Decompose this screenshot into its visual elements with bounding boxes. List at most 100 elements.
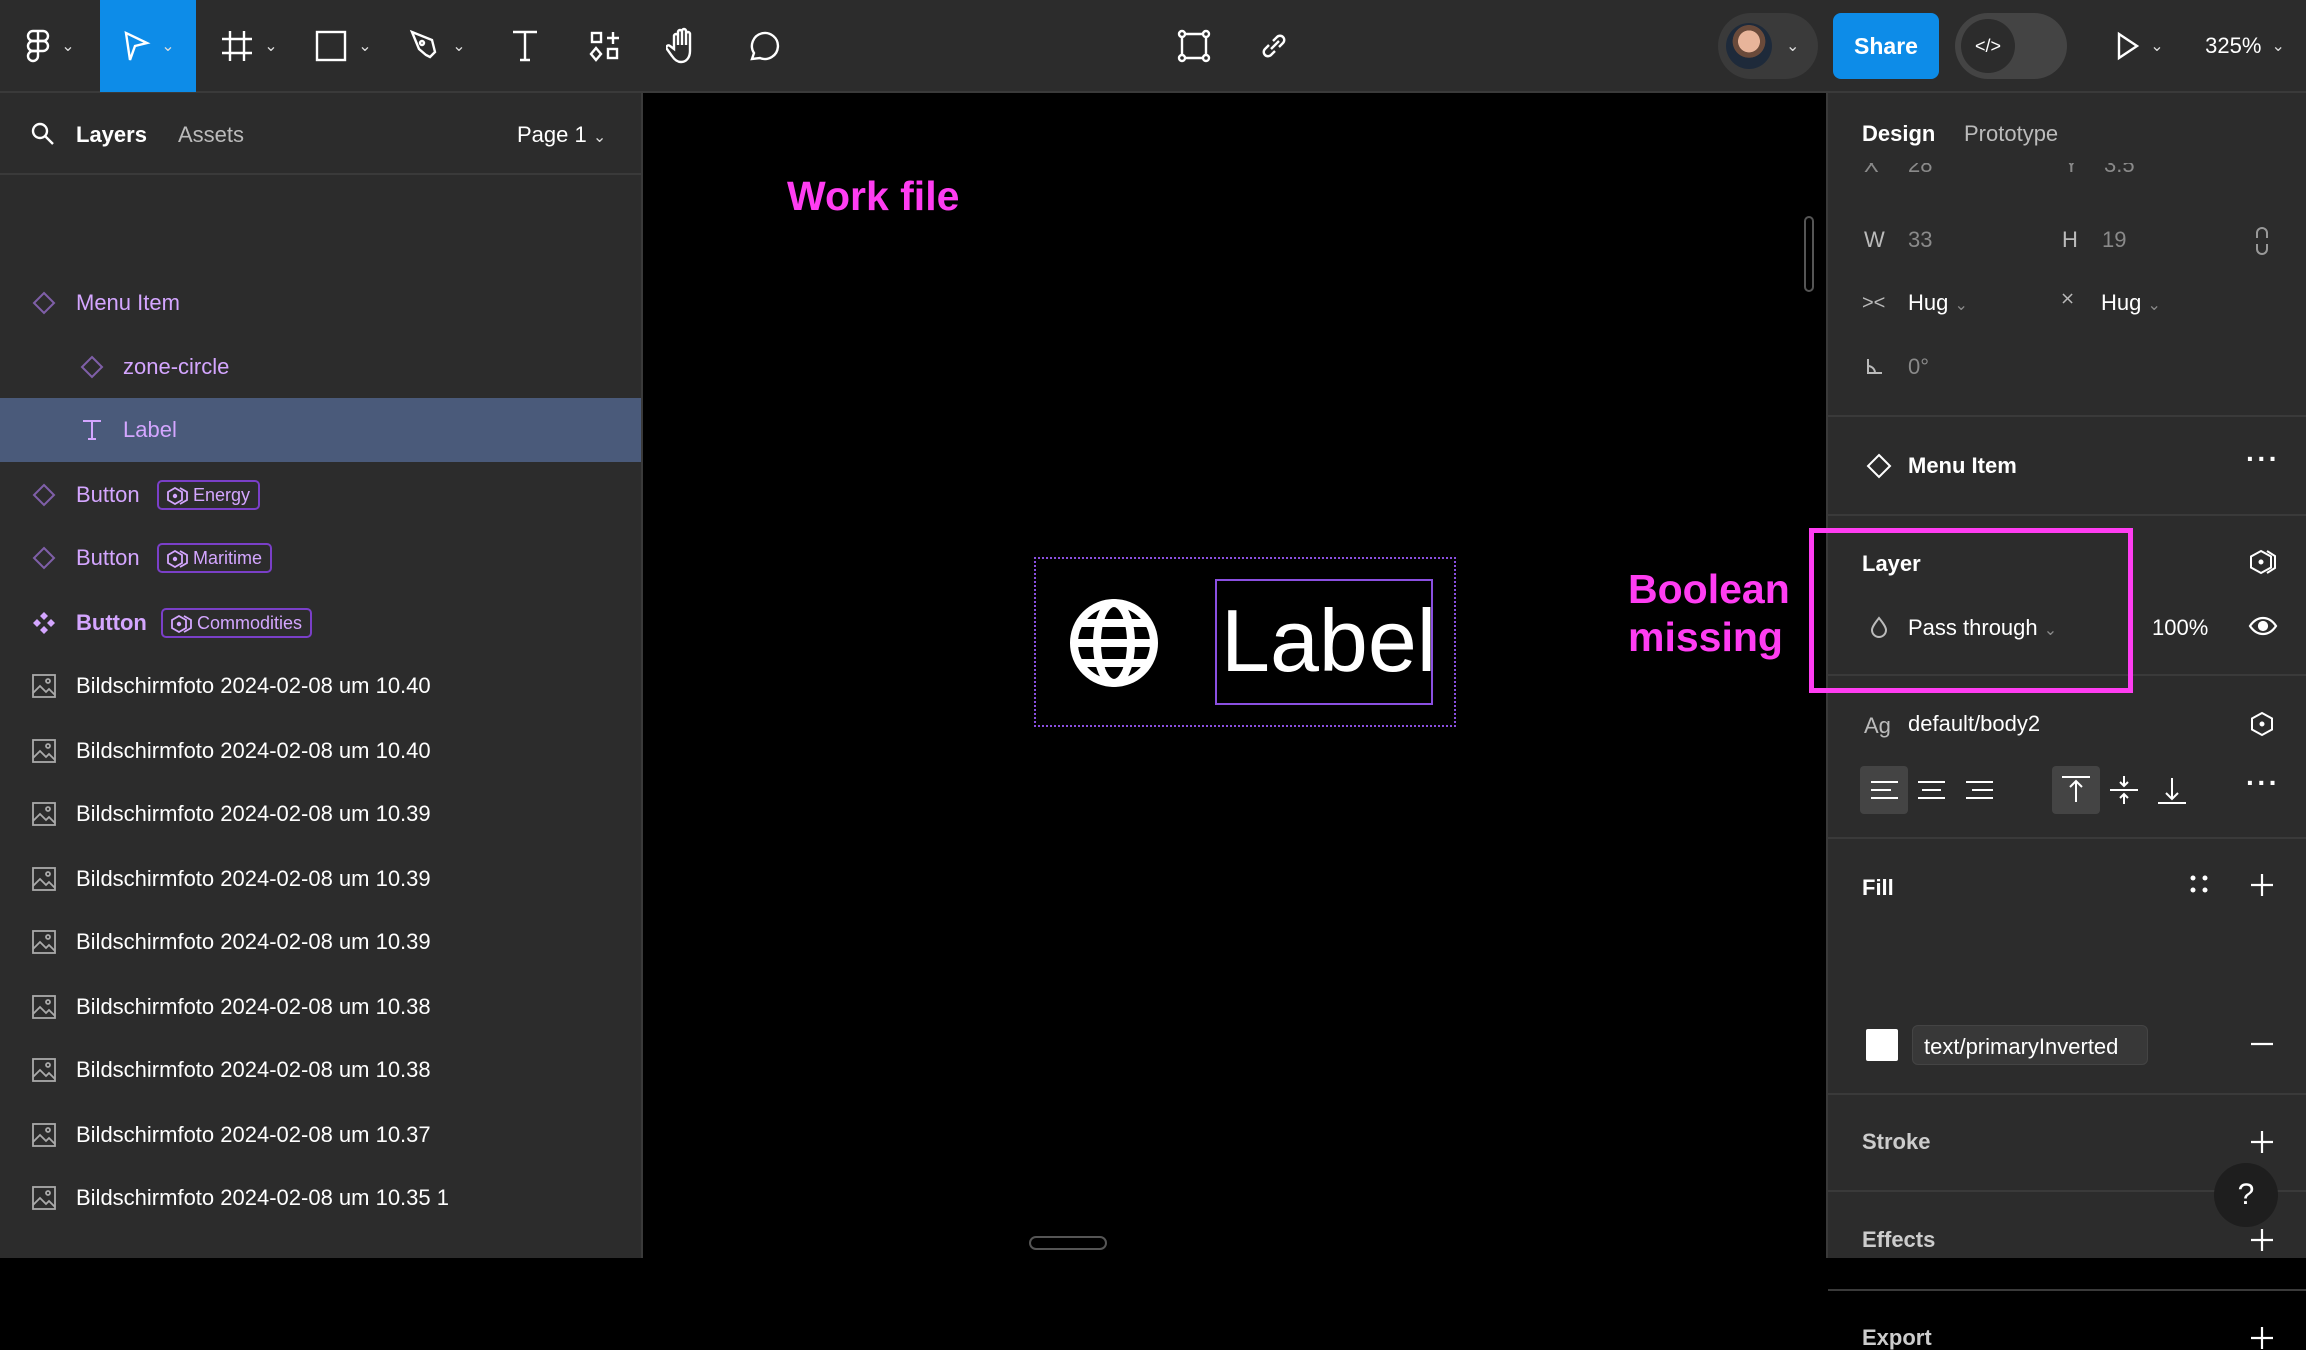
add-export-icon[interactable] [2250,1326,2274,1350]
constrain-proportions-icon[interactable] [2254,226,2270,256]
tab-layers[interactable]: Layers [76,122,147,148]
chevron-down-icon: ⌄ [61,38,75,55]
w-input[interactable]: 33 [1908,229,1932,251]
layer-row[interactable]: Button Maritime [0,526,641,590]
search-icon[interactable] [30,121,56,147]
tab-prototype[interactable]: Prototype [1964,123,2058,145]
page-selector[interactable]: Page 1 ⌄ [517,122,606,148]
y-input[interactable]: 3.5 [2104,163,2135,176]
layer-row[interactable]: Bildschirmfoto 2024-02-08 um 10.40 [0,719,641,783]
main-menu-button[interactable]: ⌄ [0,0,100,92]
help-button[interactable]: ? [2214,1163,2278,1227]
more-options-icon[interactable]: ··· [2246,445,2280,473]
tab-design[interactable]: Design [1862,123,1935,145]
layer-row[interactable]: Bildschirmfoto 2024-02-08 um 10.38 [0,975,641,1039]
annotation-work-file: Work file [787,173,960,219]
layer-row[interactable]: Bildschirmfoto 2024-02-08 um 10.37 [0,1103,641,1167]
badge-label: Energy [193,484,251,505]
share-button[interactable]: Share [1833,13,1939,79]
y-label: Y [2064,163,2079,177]
styles-grid-icon[interactable] [2188,873,2210,895]
x-label: X [1864,163,1879,177]
frame-tool-button[interactable]: ⌄ [210,0,288,92]
chevron-down-icon: ⌄ [2147,297,2161,314]
resources-button[interactable] [580,0,630,92]
align-right-button[interactable] [1956,766,2004,814]
layer-row[interactable]: Bildschirmfoto 2024-02-08 um 10.35 1 [0,1166,641,1230]
move-tool-button[interactable]: ⌄ [100,0,196,92]
x-input[interactable]: 28 [1908,163,1932,176]
chevron-down-icon: ⌄ [452,38,466,55]
text-options-icon[interactable]: ··· [2246,769,2280,797]
style-icon[interactable] [2250,711,2274,737]
add-fill-icon[interactable] [2250,873,2274,897]
layer-name: Bildschirmfoto 2024-02-08 um 10.37 [76,1122,431,1147]
variable-mode-badge[interactable]: Maritime [157,543,273,573]
divider [1828,1289,2306,1291]
variable-mode-badge[interactable]: Commodities [161,608,313,638]
dev-mode-toggle[interactable]: </> [1955,13,2067,79]
component-name[interactable]: Menu Item [1908,455,2017,477]
layer-name: Bildschirmfoto 2024-02-08 um 10.40 [76,738,431,763]
remove-fill-icon[interactable] [2250,1042,2274,1046]
layer-row[interactable]: Menu Item [0,271,641,335]
menu-item-frame[interactable]: Label [1034,557,1456,727]
align-middle-button[interactable] [2100,766,2148,814]
chevron-down-icon: ⌄ [592,129,607,146]
align-center-button[interactable] [1908,766,1956,814]
add-stroke-icon[interactable] [2250,1130,2274,1154]
link-button[interactable] [1248,0,1300,92]
layer-row[interactable]: Button Energy [0,463,641,527]
canvas[interactable]: Work file Boolean missing Label [645,93,1826,1258]
hand-icon [666,27,692,64]
pen-tool-button[interactable]: ⌄ [398,0,476,92]
rectangle-tool-button[interactable]: ⌄ [304,0,382,92]
layers-panel: Layers Assets Page 1 ⌄ Menu Item zone-cir… [0,93,643,1258]
tab-assets[interactable]: Assets [178,122,244,148]
component-tool-button[interactable] [1168,0,1220,92]
eye-icon[interactable] [2248,615,2278,637]
opacity-input[interactable]: 100% [2152,617,2208,639]
layer-row[interactable]: Bildschirmfoto 2024-02-08 um 10.39 [0,782,641,846]
hand-tool-button[interactable] [658,0,708,92]
user-menu[interactable]: ⌄ [1718,13,1818,79]
align-left-button[interactable] [1860,766,1908,814]
layer-row[interactable]: Button Commodities [0,591,641,655]
label-text-layer[interactable]: Label [1215,579,1436,705]
variable-mode-badge[interactable]: Energy [157,480,261,510]
align-right-icon [1966,781,1993,799]
image-icon [30,672,58,700]
layer-row[interactable]: Bildschirmfoto 2024-02-08 um 10.40 [0,654,641,718]
comment-icon [750,31,780,61]
text-tool-button[interactable] [500,0,550,92]
image-icon [30,993,58,1021]
text-style-name[interactable]: default/body2 [1908,713,2040,735]
layer-row[interactable]: Label [0,398,641,462]
h-input[interactable]: 19 [2102,229,2126,251]
fill-color-swatch[interactable] [1866,1029,1898,1061]
rotation-input[interactable]: 0° [1908,356,1929,378]
add-effect-icon[interactable] [2250,1228,2274,1252]
layer-row[interactable]: Bildschirmfoto 2024-02-08 um 10.39 [0,847,641,911]
variable-mode-icon [167,550,188,568]
layer-row[interactable]: Bildschirmfoto 2024-02-08 um 10.38 [0,1038,641,1102]
layer-variable-icon[interactable] [2248,549,2278,575]
instance-icon [30,481,58,509]
align-top-button[interactable] [2052,766,2100,814]
horizontal-resizing-select[interactable]: Hug ⌄ [1908,292,1968,314]
present-button[interactable]: ⌄ [2110,0,2170,92]
comment-tool-button[interactable] [738,0,788,92]
vertical-scrollbar[interactable] [1804,216,1814,292]
image-icon [30,1121,58,1149]
layer-name: zone-circle [123,354,230,379]
horizontal-scrollbar[interactable] [1029,1236,1107,1250]
layer-name: Bildschirmfoto 2024-02-08 um 10.38 [76,1057,431,1082]
align-bottom-button[interactable] [2148,766,2196,814]
layer-row[interactable]: Bildschirmfoto 2024-02-08 um 10.39 [0,910,641,974]
align-middle-icon [2110,776,2138,804]
globe-icon [1070,599,1158,687]
layer-row[interactable]: zone-circle [0,335,641,399]
vertical-resizing-select[interactable]: Hug ⌄ [2101,292,2161,314]
zoom-menu[interactable]: 325% ⌄ [2190,0,2300,92]
fill-variable-chip[interactable]: text/primaryInverted [1912,1025,2148,1065]
